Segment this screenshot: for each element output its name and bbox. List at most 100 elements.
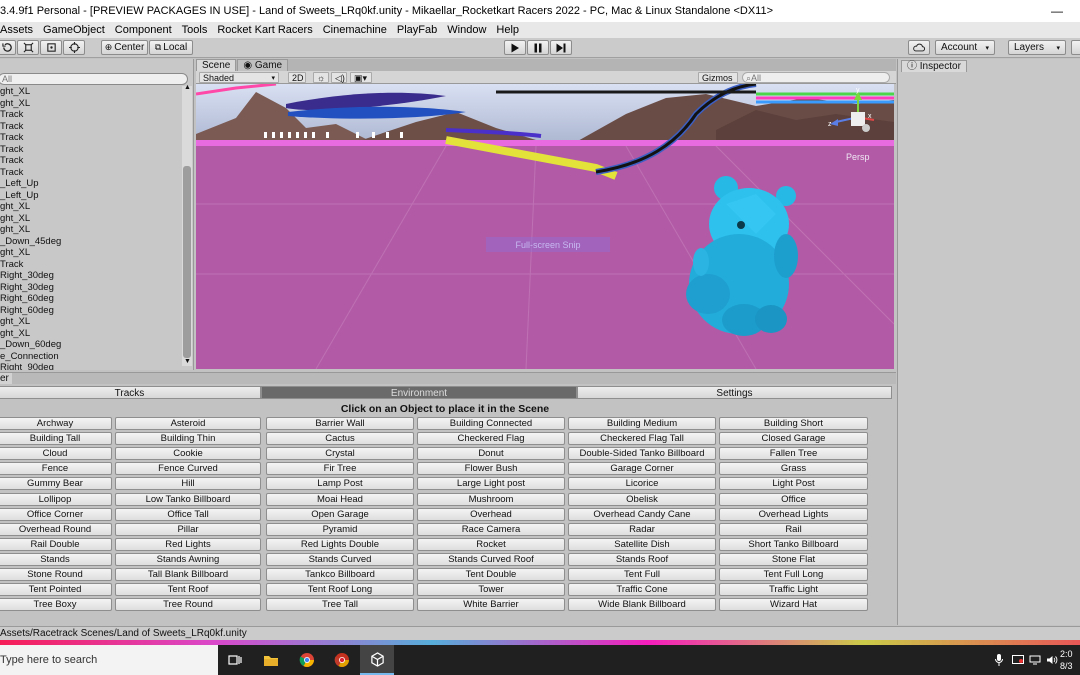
hierarchy-item[interactable]: e_Connection <box>0 351 182 363</box>
hierarchy-item[interactable]: _Left_Up <box>0 178 182 190</box>
2d-toggle[interactable]: 2D <box>288 72 306 83</box>
place-object-button[interactable]: Radar <box>568 522 716 536</box>
hierarchy-item[interactable]: ght_XL <box>0 224 182 236</box>
place-object-button[interactable]: Office <box>719 492 868 506</box>
place-object-button[interactable]: Building Medium <box>568 417 716 430</box>
place-object-button[interactable]: Building Tall <box>0 432 112 446</box>
tab-tracks[interactable]: Tracks <box>0 386 261 399</box>
scene-search-input[interactable]: ⌕All <box>742 72 890 83</box>
place-object-button[interactable]: Tree Round <box>115 598 261 612</box>
place-object-button[interactable]: Tent Roof <box>115 583 261 597</box>
place-object-button[interactable]: Red Lights <box>115 537 261 551</box>
shading-mode-dropdown[interactable]: Shaded ▾ <box>199 72 279 83</box>
place-object-button[interactable]: Rocket <box>417 537 565 551</box>
place-object-button[interactable]: Tent Full Long <box>719 568 868 581</box>
menu-tools[interactable]: Tools <box>177 24 213 36</box>
layout-dropdown[interactable] <box>1071 40 1080 55</box>
tab-environment[interactable]: Environment <box>261 386 577 399</box>
hierarchy-item[interactable]: ght_XL <box>0 86 182 98</box>
scene-viewport[interactable]: Full-screen Snip z x y Persp <box>196 84 894 369</box>
place-object-button[interactable]: Office Tall <box>115 507 261 521</box>
place-object-button[interactable]: Fence <box>0 462 112 476</box>
menu-component[interactable]: Component <box>110 24 177 36</box>
place-object-button[interactable]: Tree Tall <box>266 598 414 612</box>
hierarchy-item[interactable]: _Down_45deg <box>0 236 182 248</box>
place-object-button[interactable]: Building Short <box>719 417 868 430</box>
menu-cinemachine[interactable]: Cinemachine <box>318 24 392 36</box>
place-object-button[interactable]: Moai Head <box>266 492 414 506</box>
place-object-button[interactable]: Crystal <box>266 447 414 461</box>
tab-inspector[interactable]: ⓘ Inspector <box>901 60 967 72</box>
hierarchy-item[interactable]: _Left_Up <box>0 190 182 202</box>
place-object-button[interactable]: Flower Bush <box>417 462 565 476</box>
hierarchy-item[interactable]: ght_XL <box>0 201 182 213</box>
place-object-button[interactable]: Fence Curved <box>115 462 261 476</box>
place-object-button[interactable]: Mushroom <box>417 492 565 506</box>
pivot-rotation-local-button[interactable]: ⧉ Local <box>149 40 193 55</box>
effects-dropdown[interactable]: ▣▾ <box>350 72 372 83</box>
place-object-button[interactable]: Cookie <box>115 447 261 461</box>
place-object-button[interactable]: Stands Curved Roof <box>417 552 565 566</box>
place-object-button[interactable]: Tall Blank Billboard <box>115 568 261 581</box>
place-object-button[interactable]: Tree Boxy <box>0 598 112 612</box>
hierarchy-item[interactable]: _Down_60deg <box>0 339 182 351</box>
hierarchy-item[interactable]: ght_XL <box>0 328 182 340</box>
menu-gameobject[interactable]: GameObject <box>38 24 110 36</box>
play-button[interactable] <box>504 40 526 55</box>
place-object-button[interactable]: Obelisk <box>568 492 716 506</box>
layers-dropdown[interactable]: Layers ▾ <box>1008 40 1066 55</box>
place-object-button[interactable]: Wizard Hat <box>719 598 868 612</box>
place-object-button[interactable]: Gummy Bear <box>0 477 112 491</box>
place-object-button[interactable]: Fallen Tree <box>719 447 868 461</box>
place-object-button[interactable]: Tent Double <box>417 568 565 581</box>
place-object-button[interactable]: Building Connected <box>417 417 565 430</box>
place-object-button[interactable]: Stone Round <box>0 568 112 581</box>
gizmos-dropdown[interactable]: Gizmos ▾ <box>698 72 738 94</box>
place-object-button[interactable]: Stands Roof <box>568 552 716 566</box>
hierarchy-item[interactable]: Right_30deg <box>0 270 182 282</box>
place-object-button[interactable]: Overhead Candy Cane <box>568 507 716 521</box>
audio-toggle[interactable]: ◁) <box>331 72 347 83</box>
taskbar-search-input[interactable]: Type here to search <box>0 645 218 675</box>
hierarchy-item[interactable]: Track <box>0 155 182 167</box>
place-object-button[interactable]: Tower <box>417 583 565 597</box>
place-object-button[interactable]: Pyramid <box>266 522 414 536</box>
network-icon[interactable] <box>1027 645 1043 675</box>
transform-tool-button[interactable] <box>63 40 85 55</box>
place-object-button[interactable]: Traffic Light <box>719 583 868 597</box>
place-object-button[interactable]: Cloud <box>0 447 112 461</box>
file-explorer-button[interactable] <box>254 645 288 675</box>
pivot-center-button[interactable]: ⊕ Center <box>101 40 148 55</box>
place-object-button[interactable]: Light Post <box>719 477 868 491</box>
place-object-button[interactable]: Donut <box>417 447 565 461</box>
place-object-button[interactable]: Pillar <box>115 522 261 536</box>
place-object-button[interactable]: Tent Roof Long <box>266 583 414 597</box>
hierarchy-item[interactable]: Track <box>0 132 182 144</box>
pause-button[interactable] <box>527 40 549 55</box>
hierarchy-scrollbar[interactable]: ▲ ▼ <box>182 84 192 366</box>
scale-tool-button[interactable] <box>17 40 39 55</box>
place-object-button[interactable]: Stands Awning <box>115 552 261 566</box>
place-object-button[interactable]: Building Thin <box>115 432 261 446</box>
tab-settings[interactable]: Settings <box>577 386 892 399</box>
place-object-button[interactable]: Lamp Post <box>266 477 414 491</box>
place-object-button[interactable]: Licorice <box>568 477 716 491</box>
place-object-button[interactable]: Overhead <box>417 507 565 521</box>
place-object-button[interactable]: Short Tanko Billboard <box>719 537 868 551</box>
system-clock[interactable]: 2:0 8/3 <box>1060 648 1080 672</box>
menu-playfab[interactable]: PlayFab <box>392 24 442 36</box>
rect-tool-button[interactable] <box>40 40 62 55</box>
hierarchy-item[interactable]: Track <box>0 144 182 156</box>
scrollbar-thumb[interactable] <box>183 166 191 358</box>
hierarchy-item[interactable]: Right_30deg <box>0 282 182 294</box>
task-view-button[interactable] <box>218 645 252 675</box>
place-object-button[interactable]: Double-Sided Tanko Billboard <box>568 447 716 461</box>
place-object-button[interactable]: Low Tanko Billboard <box>115 492 261 506</box>
hierarchy-item[interactable]: Right_90deg <box>0 362 182 370</box>
place-object-button[interactable]: Red Lights Double <box>266 537 414 551</box>
place-object-button[interactable]: Fir Tree <box>266 462 414 476</box>
place-object-button[interactable]: Satellite Dish <box>568 537 716 551</box>
place-object-button[interactable]: Checkered Flag Tall <box>568 432 716 446</box>
place-object-button[interactable]: Stone Flat <box>719 552 868 566</box>
tab-scene[interactable]: Scene <box>196 59 237 71</box>
